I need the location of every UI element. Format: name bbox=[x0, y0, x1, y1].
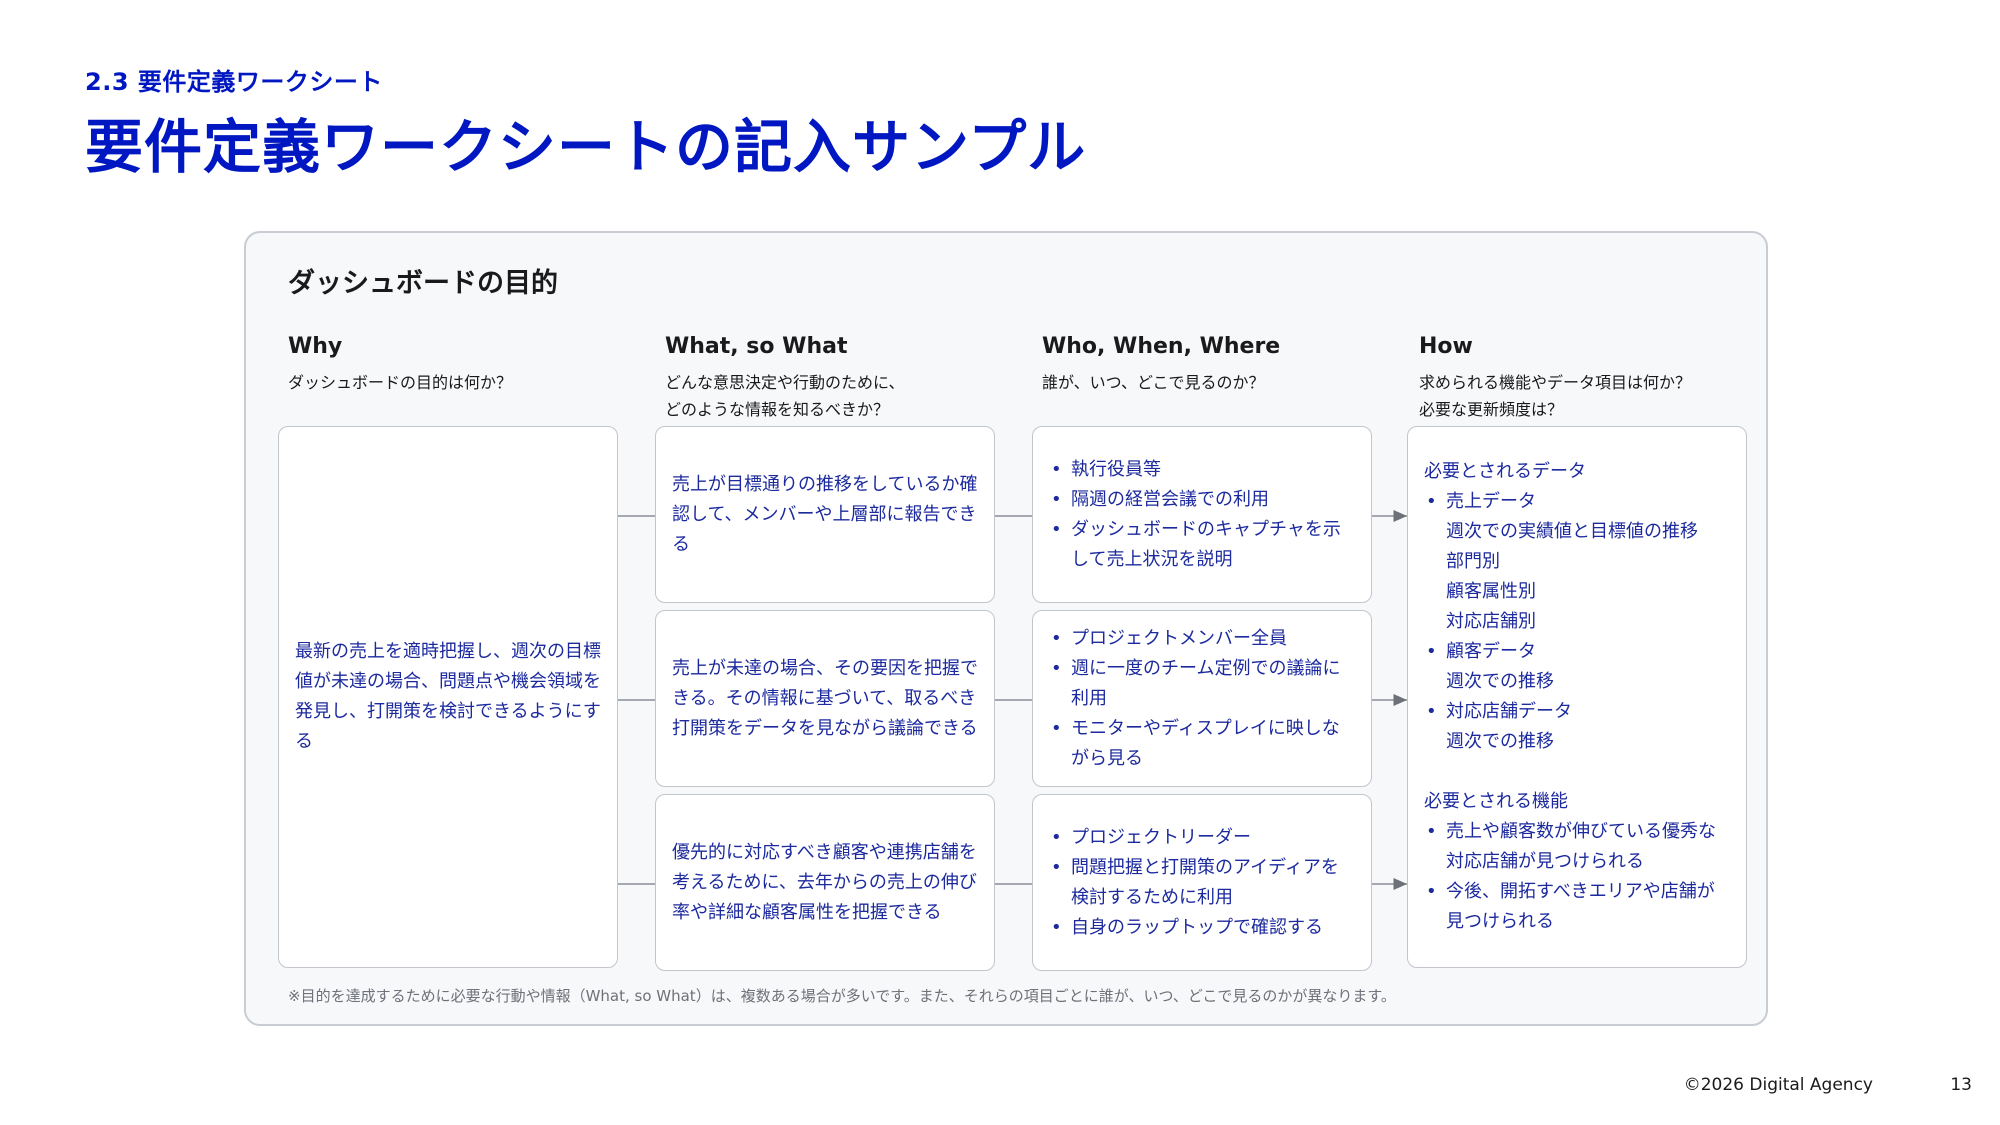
what-box: 優先的に対応すべき顧客や連携店舗を考えるために、去年からの売上の伸び率や詳細な顧… bbox=[655, 794, 995, 971]
how-feature-block: 必要とされる機能 売上や顧客数が伸びている優秀な対応店舗が見つけられる 今後、開… bbox=[1424, 787, 1730, 937]
what-box: 売上が目標通りの推移をしているか確認して、メンバーや上層部に報告できる bbox=[655, 426, 995, 603]
list-item: プロジェクトメンバー全員 bbox=[1049, 624, 1355, 654]
how-box: 必要とされるデータ 売上データ 週次での実績値と目標値の推移 部門別 顧客属性別… bbox=[1407, 426, 1747, 968]
what-text: 売上が未達の場合、その要因を把握できる。その情報に基づいて、取るべき打開策をデー… bbox=[672, 657, 978, 739]
list-item: 今後、開拓すべきエリアや店舗が見つけられる bbox=[1424, 877, 1730, 937]
what-box: 売上が未達の場合、その要因を把握できる。その情報に基づいて、取るべき打開策をデー… bbox=[655, 610, 995, 787]
how-feature-heading: 必要とされる機能 bbox=[1424, 791, 1568, 812]
data-item-detail: 部門別 bbox=[1446, 551, 1500, 572]
data-item-detail: 顧客属性別 bbox=[1446, 581, 1536, 602]
what-text: 売上が目標通りの推移をしているか確認して、メンバーや上層部に報告できる bbox=[672, 473, 978, 555]
how-data-heading: 必要とされるデータ bbox=[1424, 461, 1586, 482]
how-feature-list: 売上や顧客数が伸びている優秀な対応店舗が見つけられる 今後、開拓すべきエリアや店… bbox=[1424, 817, 1730, 937]
page-title: 要件定義ワークシートの記入サンプル bbox=[85, 113, 1087, 181]
data-item-detail: 週次での推移 bbox=[1446, 671, 1554, 692]
who-list: 執行役員等 隔週の経営会議での利用 ダッシュボードのキャプチャを示して売上状況を… bbox=[1049, 455, 1355, 575]
list-item: プロジェクトリーダー bbox=[1049, 823, 1355, 853]
data-item-label: 売上データ bbox=[1446, 491, 1536, 512]
footnote: ※目的を達成するために必要な行動や情報（What, so What）は、複数ある… bbox=[288, 987, 1396, 1005]
who-list: プロジェクトメンバー全員 週に一度のチーム定例での議論に利用 モニターやディスプ… bbox=[1049, 624, 1355, 774]
list-item: 対応店舗データ 週次での推移 bbox=[1424, 697, 1730, 757]
how-data-block: 必要とされるデータ 売上データ 週次での実績値と目標値の推移 部門別 顧客属性別… bbox=[1424, 457, 1730, 757]
why-text: 最新の売上を適時把握し、週次の目標値が未達の場合、問題点や機会領域を発見し、打開… bbox=[295, 641, 601, 752]
who-list: プロジェクトリーダー 問題把握と打開策のアイディアを検討するために利用 自身のラ… bbox=[1049, 823, 1355, 943]
list-item: 自身のラップトップで確認する bbox=[1049, 913, 1355, 943]
list-item: 売上や顧客数が伸びている優秀な対応店舗が見つけられる bbox=[1424, 817, 1730, 877]
list-item: 売上データ 週次での実績値と目標値の推移 部門別 顧客属性別 対応店舗別 bbox=[1424, 487, 1730, 637]
data-item-detail: 週次での実績値と目標値の推移 bbox=[1446, 521, 1698, 542]
section-label: 2.3 要件定義ワークシート bbox=[85, 68, 383, 96]
who-box: 執行役員等 隔週の経営会議での利用 ダッシュボードのキャプチャを示して売上状況を… bbox=[1032, 426, 1372, 603]
list-item: 執行役員等 bbox=[1049, 455, 1355, 485]
what-text: 優先的に対応すべき顧客や連携店舗を考えるために、去年からの売上の伸び率や詳細な顧… bbox=[672, 841, 977, 923]
worksheet-panel: ダッシュボードの目的 Why ダッシュボードの目的は何か？ What, so W… bbox=[244, 231, 1768, 1026]
page-number: 13 bbox=[1950, 1075, 1972, 1095]
how-data-list: 売上データ 週次での実績値と目標値の推移 部門別 顧客属性別 対応店舗別 顧客デ… bbox=[1424, 487, 1730, 757]
copyright: ©2026 Digital Agency bbox=[1683, 1075, 1873, 1095]
data-item-detail: 対応店舗別 bbox=[1446, 611, 1536, 632]
list-item: 週に一度のチーム定例での議論に利用 bbox=[1049, 654, 1355, 714]
list-item: 隔週の経営会議での利用 bbox=[1049, 485, 1355, 515]
data-item-label: 顧客データ bbox=[1446, 641, 1536, 662]
data-item-label: 対応店舗データ bbox=[1446, 701, 1572, 722]
list-item: ダッシュボードのキャプチャを示して売上状況を説明 bbox=[1049, 515, 1355, 575]
who-box: プロジェクトリーダー 問題把握と打開策のアイディアを検討するために利用 自身のラ… bbox=[1032, 794, 1372, 971]
why-box: 最新の売上を適時把握し、週次の目標値が未達の場合、問題点や機会領域を発見し、打開… bbox=[278, 426, 618, 968]
who-box: プロジェクトメンバー全員 週に一度のチーム定例での議論に利用 モニターやディスプ… bbox=[1032, 610, 1372, 787]
list-item: 顧客データ 週次での推移 bbox=[1424, 637, 1730, 697]
list-item: 問題把握と打開策のアイディアを検討するために利用 bbox=[1049, 853, 1355, 913]
data-item-detail: 週次での推移 bbox=[1446, 731, 1554, 752]
list-item: モニターやディスプレイに映しながら見る bbox=[1049, 714, 1355, 774]
